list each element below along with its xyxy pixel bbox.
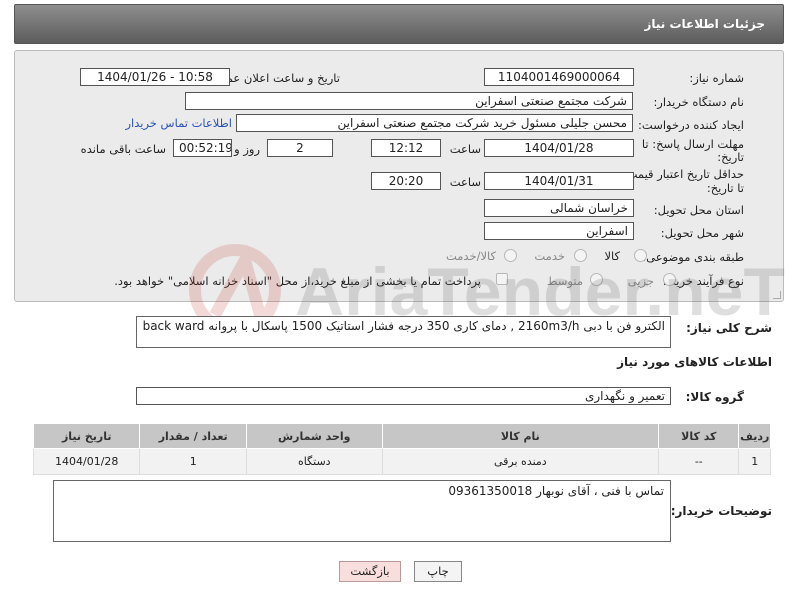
days-label: روز و bbox=[234, 142, 260, 156]
delivery-province-field[interactable]: خراسان شمالی bbox=[484, 199, 634, 217]
goods-table-header: ردیف کد کالا نام کالا واحد شمارش تعداد /… bbox=[32, 423, 771, 449]
category-goods-service-label: کالا/خدمت bbox=[445, 249, 496, 263]
goods-group-label: گروه کالا: bbox=[685, 390, 744, 404]
need-number-field[interactable]: 1104001469000064 bbox=[484, 68, 634, 86]
remaining-time-field[interactable]: 00:52:19 bbox=[173, 139, 232, 157]
goods-group-field[interactable]: تعمیر و نگهداری bbox=[136, 387, 671, 405]
col-unit: واحد شمارش bbox=[245, 423, 383, 449]
requester-label: ایجاد کننده درخواست: bbox=[638, 118, 744, 132]
goods-section-title: اطلاعات کالاهای مورد نیاز bbox=[617, 355, 772, 369]
cell-goods-name: دمنده برقی bbox=[381, 448, 660, 475]
reply-deadline-label-2: تاریخ: bbox=[717, 150, 744, 164]
print-button[interactable]: چاپ bbox=[414, 561, 462, 582]
category-label: طبقه بندی موضوعی: bbox=[642, 250, 744, 264]
price-validity-date-field[interactable]: 1404/01/31 bbox=[484, 172, 634, 190]
requester-field[interactable]: محسن جلیلی مسئول خرید شرکت مجتمع صنعتی ا… bbox=[236, 114, 633, 132]
process-medium-radio[interactable] bbox=[590, 273, 603, 286]
table-row[interactable]: 1 -- دمنده برقی دستگاه 1 1404/01/28 bbox=[32, 448, 771, 475]
process-minor-label: جزیی bbox=[627, 274, 654, 288]
category-goods-radio[interactable] bbox=[634, 249, 647, 262]
category-goods-label: کالا bbox=[604, 249, 620, 263]
cell-row-number: 1 bbox=[738, 448, 771, 475]
cell-unit: دستگاه bbox=[245, 448, 383, 475]
delivery-province-label: استان محل تحویل: bbox=[653, 203, 744, 217]
delivery-city-field[interactable]: اسفراین bbox=[484, 222, 634, 240]
category-service-radio[interactable] bbox=[574, 249, 587, 262]
announce-datetime-field[interactable]: 1404/01/26 - 10:58 bbox=[80, 68, 230, 86]
need-number-label: شماره نیاز: bbox=[689, 71, 744, 85]
col-goods-name: نام کالا bbox=[381, 423, 660, 449]
treasury-payment-checkbox[interactable] bbox=[496, 273, 508, 285]
reply-deadline-label: مهلت ارسال پاسخ: تا bbox=[641, 137, 744, 151]
price-validity-time-field[interactable]: 20:20 bbox=[371, 172, 441, 190]
category-goods-service-radio[interactable] bbox=[504, 249, 517, 262]
reply-date-field[interactable]: 1404/01/28 bbox=[484, 139, 634, 157]
price-validity-time-label: ساعت bbox=[449, 175, 481, 189]
col-quantity: تعداد / مقدار bbox=[139, 423, 247, 449]
reply-time-field[interactable]: 12:12 bbox=[371, 139, 441, 157]
col-goods-code: کد کالا bbox=[658, 423, 740, 449]
reply-days-field[interactable]: 2 bbox=[267, 139, 333, 157]
treasury-payment-note: پرداخت تمام یا بخشی از مبلغ خرید،از محل … bbox=[114, 274, 481, 288]
general-description-label: شرح کلی نیاز: bbox=[686, 321, 772, 335]
price-validity-label-2: تا تاریخ: bbox=[706, 181, 744, 195]
cell-goods-code: -- bbox=[658, 448, 740, 475]
cell-quantity: 1 bbox=[139, 448, 247, 475]
remaining-label: ساعت باقی مانده bbox=[80, 142, 166, 156]
buyer-org-field[interactable]: شرکت مجتمع صنعتی اسفراین bbox=[185, 92, 633, 110]
buyer-notes-label: توضیحات خریدار: bbox=[670, 504, 772, 518]
col-need-date: تاریخ نیاز bbox=[32, 423, 141, 449]
resize-grip bbox=[773, 291, 781, 299]
page-title: جزئیات اطلاعات نیاز bbox=[644, 17, 765, 31]
goods-table: ردیف کد کالا نام کالا واحد شمارش تعداد /… bbox=[32, 423, 771, 475]
back-button[interactable]: بازگشت bbox=[339, 561, 401, 582]
process-minor-radio[interactable] bbox=[663, 273, 676, 286]
delivery-city-label: شهر محل تحویل: bbox=[660, 226, 744, 240]
reply-time-label: ساعت bbox=[449, 142, 481, 156]
process-medium-label: متوسط bbox=[546, 274, 583, 288]
buyer-org-label: نام دستگاه خریدار: bbox=[653, 95, 744, 109]
need-details-page: جزئیات اطلاعات نیاز شماره نیاز: 11040014… bbox=[0, 0, 788, 598]
price-validity-label: حداقل تاریخ اعتبار قیمت: bbox=[622, 167, 744, 181]
general-description-field[interactable]: الکترو فن با دبی 2160m3/h , دمای کاری 35… bbox=[136, 316, 671, 348]
category-service-label: خدمت bbox=[534, 249, 565, 263]
cell-need-date: 1404/01/28 bbox=[32, 448, 141, 475]
header-bar: جزئیات اطلاعات نیاز bbox=[14, 4, 784, 44]
buyer-contact-link[interactable]: اطلاعات تماس خریدار bbox=[125, 116, 232, 130]
col-row-number: ردیف bbox=[738, 423, 771, 449]
buyer-notes-field[interactable]: تماس با فنی ، آقای نوبهار 09361350018 bbox=[53, 480, 671, 542]
